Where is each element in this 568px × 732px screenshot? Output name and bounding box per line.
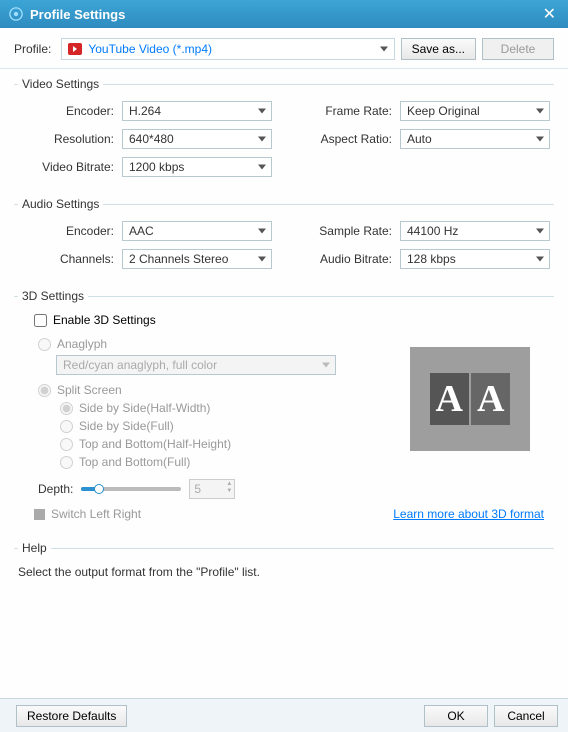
profile-row: Profile: YouTube Video (*.mp4) Save as..…: [0, 28, 568, 69]
audio-encoder-select[interactable]: AAC: [122, 221, 272, 241]
tb-full-radio[interactable]: Top and Bottom(Full): [60, 455, 410, 469]
settings-icon: [8, 6, 24, 22]
spinner-arrows-icon[interactable]: ▲▼: [226, 481, 232, 495]
help-legend: Help: [18, 541, 51, 555]
chevron-down-icon: [536, 229, 544, 234]
framerate-select[interactable]: Keep Original: [400, 101, 550, 121]
delete-button[interactable]: Delete: [482, 38, 554, 60]
samplerate-select[interactable]: 44100 Hz: [400, 221, 550, 241]
slider-thumb[interactable]: [94, 484, 104, 494]
help-group: Help Select the output format from the "…: [14, 541, 554, 593]
enable-3d-checkbox[interactable]: Enable 3D Settings: [34, 313, 550, 327]
3d-settings-group: 3D Settings Enable 3D Settings Anaglyph …: [14, 289, 554, 535]
video-legend: Video Settings: [18, 77, 103, 91]
restore-defaults-button[interactable]: Restore Defaults: [16, 705, 127, 727]
tb-half-radio[interactable]: Top and Bottom(Half-Height): [60, 437, 410, 451]
ok-button[interactable]: OK: [424, 705, 488, 727]
preview-letter-left: A: [430, 373, 469, 425]
3d-legend: 3D Settings: [18, 289, 88, 303]
sbs-full-radio[interactable]: Side by Side(Full): [60, 419, 410, 433]
3d-preview: A A: [410, 347, 530, 451]
help-text: Select the output format from the "Profi…: [18, 565, 550, 579]
profile-select[interactable]: YouTube Video (*.mp4): [61, 38, 394, 60]
chevron-down-icon: [258, 257, 266, 262]
audio-encoder-label: Encoder:: [18, 224, 114, 238]
chevron-down-icon: [258, 109, 266, 114]
channels-select[interactable]: 2 Channels Stereo: [122, 249, 272, 269]
audio-bitrate-select[interactable]: 128 kbps: [400, 249, 550, 269]
audio-settings-group: Audio Settings Encoder: AAC Sample Rate: 4…: [14, 197, 554, 283]
resolution-select[interactable]: 640*480: [122, 129, 272, 149]
aspect-select[interactable]: Auto: [400, 129, 550, 149]
chevron-down-icon: [536, 137, 544, 142]
title-bar: Profile Settings ✕: [0, 0, 568, 28]
chevron-down-icon: [258, 229, 266, 234]
video-bitrate-select[interactable]: 1200 kbps: [122, 157, 272, 177]
preview-letter-right: A: [471, 373, 510, 425]
audio-legend: Audio Settings: [18, 197, 103, 211]
profile-value: YouTube Video (*.mp4): [88, 42, 212, 56]
save-as-button[interactable]: Save as...: [401, 38, 476, 60]
aspect-label: Aspect Ratio:: [296, 132, 392, 146]
depth-slider[interactable]: [81, 487, 181, 491]
video-encoder-label: Encoder:: [18, 104, 114, 118]
sbs-half-radio[interactable]: Side by Side(Half-Width): [60, 401, 410, 415]
resolution-label: Resolution:: [18, 132, 114, 146]
chevron-down-icon: [380, 47, 388, 52]
depth-label: Depth:: [38, 482, 73, 496]
anaglyph-mode-select[interactable]: Red/cyan anaglyph, full color: [56, 355, 336, 375]
audio-bitrate-label: Audio Bitrate:: [296, 252, 392, 266]
profile-label: Profile:: [14, 42, 51, 56]
video-encoder-select[interactable]: H.264: [122, 101, 272, 121]
framerate-label: Frame Rate:: [296, 104, 392, 118]
split-screen-radio[interactable]: Split Screen: [38, 383, 410, 397]
chevron-down-icon: [536, 109, 544, 114]
footer: Restore Defaults OK Cancel: [0, 698, 568, 732]
chevron-down-icon: [258, 137, 266, 142]
close-icon[interactable]: ✕: [539, 4, 560, 24]
anaglyph-radio[interactable]: Anaglyph: [38, 337, 410, 351]
video-bitrate-label: Video Bitrate:: [18, 160, 114, 174]
switch-lr-checkbox[interactable]: Switch Left Right: [34, 507, 141, 521]
window-title: Profile Settings: [30, 7, 539, 22]
chevron-down-icon: [536, 257, 544, 262]
cancel-button[interactable]: Cancel: [494, 705, 558, 727]
channels-label: Channels:: [18, 252, 114, 266]
samplerate-label: Sample Rate:: [296, 224, 392, 238]
depth-spinner[interactable]: 5▲▼: [189, 479, 235, 499]
youtube-icon: [68, 43, 82, 55]
chevron-down-icon: [258, 165, 266, 170]
video-settings-group: Video Settings Encoder: H.264 Frame Rate:…: [14, 77, 554, 191]
chevron-down-icon: [322, 363, 330, 368]
learn-more-link[interactable]: Learn more about 3D format: [393, 507, 544, 521]
